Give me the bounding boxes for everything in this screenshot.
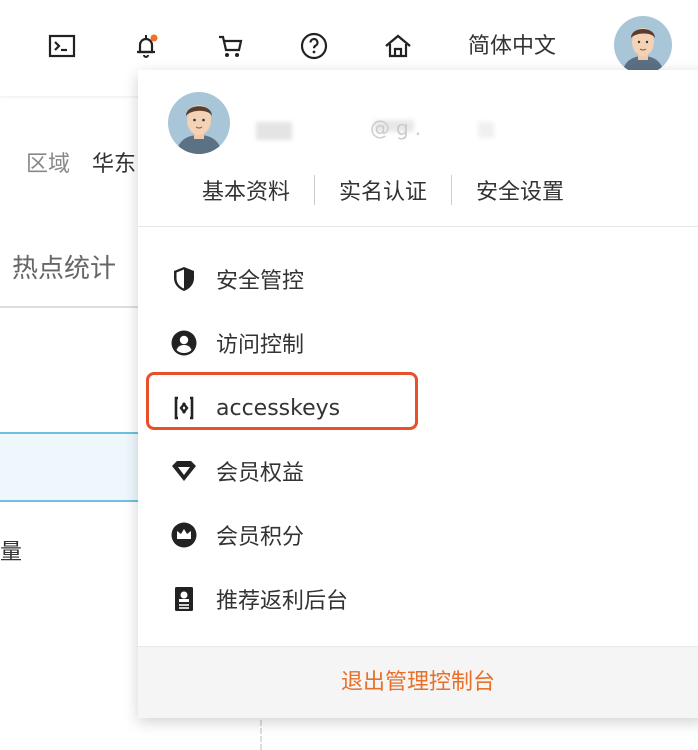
- dropdown-footer: 退出管理控制台: [138, 646, 698, 718]
- region-label: 区域: [26, 152, 71, 177]
- amount-label: 量: [0, 540, 23, 565]
- menu-item-label: 会员积分: [216, 525, 305, 550]
- rebate-document-icon: [168, 583, 200, 615]
- account-dropdown: @g. 基本资料 实名认证 安全设置 安全管控 访问控制 accesskeys …: [138, 70, 698, 718]
- selected-row[interactable]: [0, 432, 140, 502]
- menu-item-security-control[interactable]: 安全管控: [168, 255, 304, 303]
- menu-item-label: accesskeys: [216, 395, 341, 421]
- bell-icon[interactable]: [126, 26, 166, 66]
- user-circle-icon: [168, 327, 200, 359]
- hot-stats-tab[interactable]: 热点统计: [12, 248, 116, 285]
- divider: [260, 720, 262, 750]
- crown-icon: [168, 519, 200, 551]
- menu-item-label: 会员权益: [216, 461, 305, 486]
- quick-links: 基本资料 实名认证 安全设置: [176, 174, 676, 206]
- redacted-block: [478, 122, 494, 138]
- cart-icon[interactable]: [210, 26, 250, 66]
- dropdown-avatar: [168, 92, 230, 154]
- logout-button[interactable]: 退出管理控制台: [138, 647, 698, 719]
- home-icon[interactable]: [378, 26, 418, 66]
- menu-item-accesskeys[interactable]: accesskeys: [168, 384, 340, 432]
- tab-underline: [0, 306, 140, 308]
- region-value[interactable]: 华东: [92, 146, 136, 178]
- user-avatar[interactable]: [614, 16, 672, 74]
- quick-link-profile[interactable]: 基本资料: [176, 174, 314, 206]
- divider: [138, 226, 698, 227]
- diamond-icon: [168, 455, 200, 487]
- menu-item-label: 安全管控: [216, 269, 305, 294]
- menu-item-label: 推荐返利后台: [216, 589, 349, 614]
- username: @g.: [370, 116, 428, 140]
- language-switcher[interactable]: 简体中文: [468, 28, 556, 60]
- redacted-block: [256, 122, 292, 140]
- help-icon[interactable]: [294, 26, 334, 66]
- menu-item-access-control[interactable]: 访问控制: [168, 319, 304, 367]
- menu-item-label: 访问控制: [216, 333, 305, 358]
- quick-link-verification[interactable]: 实名认证: [315, 174, 451, 206]
- key-bracket-icon: [168, 392, 200, 424]
- menu-item-rebate-backend[interactable]: 推荐返利后台: [168, 575, 348, 623]
- terminal-icon[interactable]: [42, 26, 82, 66]
- shield-icon: [168, 263, 200, 295]
- menu-item-member-benefits[interactable]: 会员权益: [168, 447, 304, 495]
- quick-link-security[interactable]: 安全设置: [452, 174, 588, 206]
- menu-item-member-points[interactable]: 会员积分: [168, 511, 304, 559]
- notification-dot: [150, 34, 158, 42]
